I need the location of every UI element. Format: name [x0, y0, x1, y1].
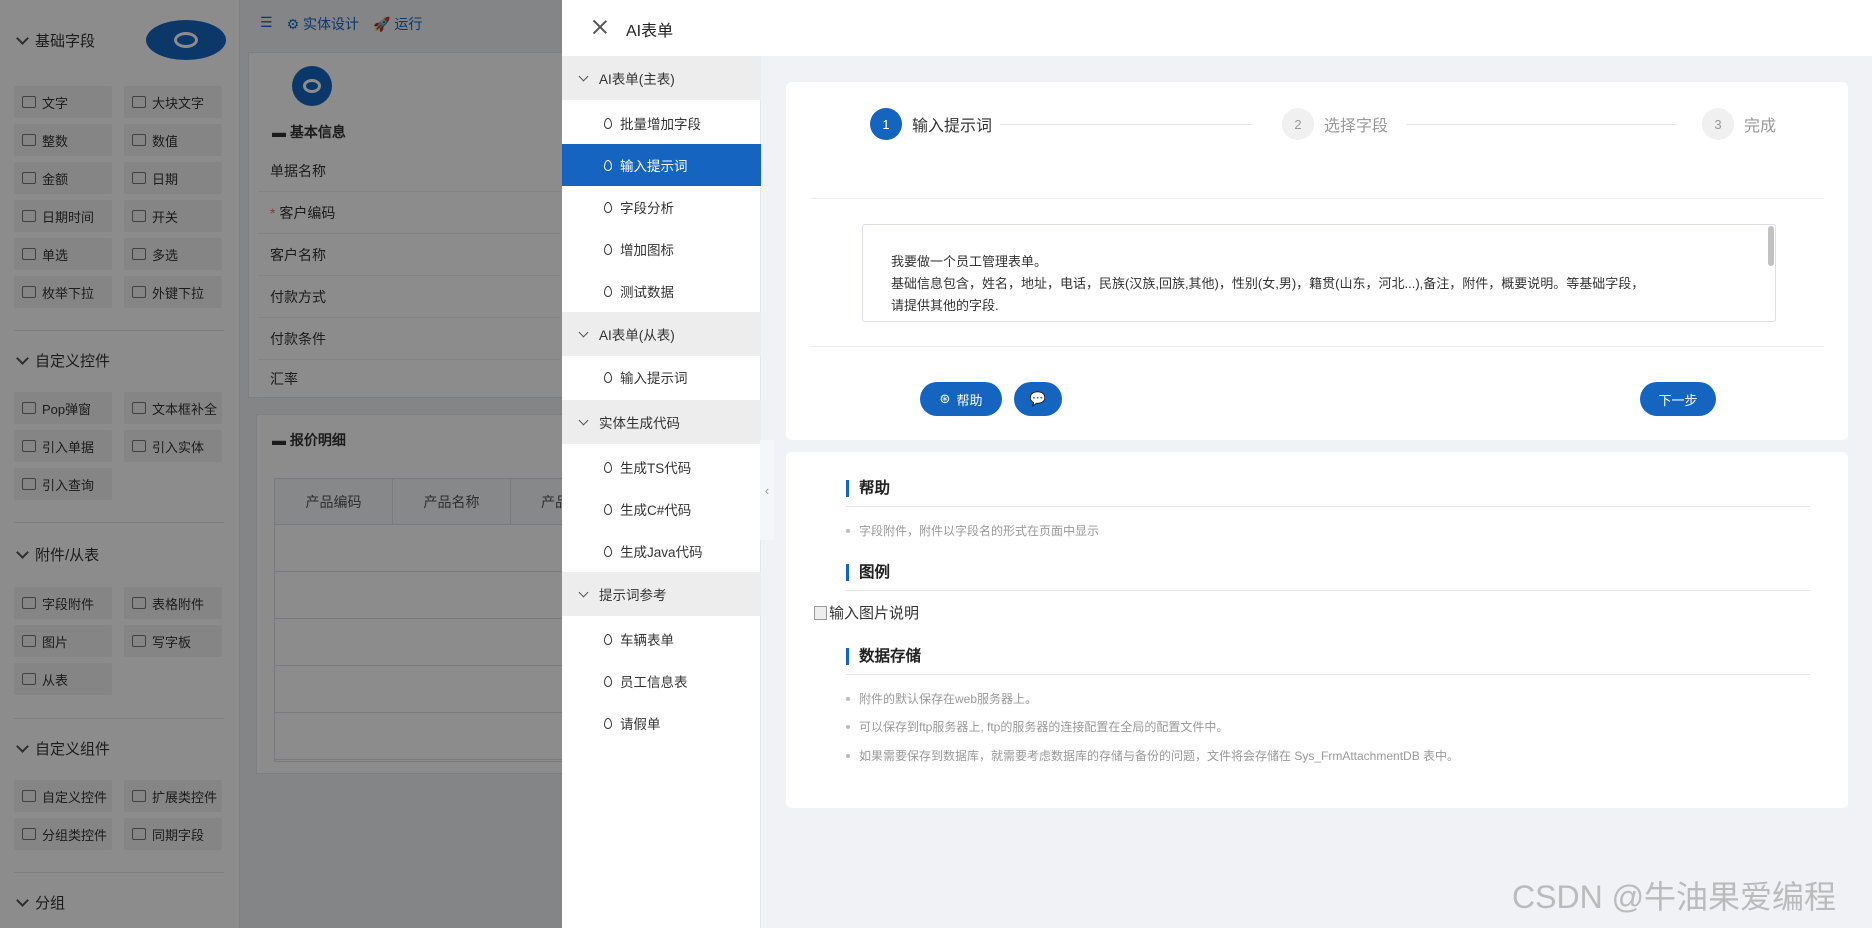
menu-item-vehicle-form[interactable]: 车辆表单 [562, 618, 761, 660]
storage-list-item: 附件的默认保存在web服务器上。 [846, 690, 1037, 707]
menu-group-code-gen[interactable]: 实体生成代码 [562, 400, 761, 444]
step-number: 3 [1702, 108, 1734, 140]
drop-icon [604, 371, 612, 383]
drop-icon [604, 461, 612, 473]
menu-item-sub-input-prompt[interactable]: 输入提示词 [562, 356, 761, 398]
close-icon[interactable] [590, 18, 610, 38]
step-connector [1000, 124, 1252, 125]
ai-form-drawer: AI表单 AI表单(主表) 批量增加字段 输入提示词 字段分析 增加图标 测试数… [562, 0, 1872, 928]
drop-icon [604, 633, 612, 645]
menu-item-add-icon[interactable]: 增加图标 [562, 228, 761, 270]
watermark: CSDN @牛油果爱编程 [1512, 879, 1837, 915]
menu-item-employee-form[interactable]: 员工信息表 [562, 660, 761, 702]
storage-heading: 数据存储 [846, 648, 921, 665]
prompt-textarea[interactable]: 我要做一个员工管理表单。 基础信息包含，姓名，地址，电话，民族(汉族,回族,其他… [862, 224, 1776, 322]
drop-icon [604, 285, 612, 297]
step-3: 3 完成 [1702, 108, 1776, 140]
example-heading: 图例 [846, 564, 890, 581]
chevron-down-icon [578, 587, 589, 597]
menu-item-leave-form[interactable]: 请假单 [562, 702, 761, 744]
help-icon: ⊛ [939, 391, 951, 406]
modal-overlay[interactable] [0, 0, 562, 928]
divider [846, 590, 1810, 591]
chevron-down-icon [578, 415, 589, 425]
divider [810, 198, 1824, 199]
menu-item-test-data[interactable]: 测试数据 [562, 270, 761, 312]
drawer-menu: AI表单(主表) 批量增加字段 输入提示词 字段分析 增加图标 测试数据 AI表… [562, 56, 761, 928]
menu-group-prompt-reference[interactable]: 提示词参考 [562, 572, 761, 616]
divider [846, 674, 1810, 675]
menu-item-input-prompt[interactable]: 输入提示词 [562, 144, 761, 186]
help-card: 帮助 字段附件，附件以字段名的形式在页面中显示 图例 输入图片说明 数据存储 附… [786, 452, 1848, 808]
textarea-scrollbar[interactable] [1768, 226, 1774, 266]
chevron-left-icon: ‹ [764, 482, 770, 498]
chat-button[interactable]: 💬 [1014, 382, 1062, 416]
drop-icon [604, 117, 612, 129]
step-number: 1 [870, 108, 902, 140]
collapse-menu-button[interactable]: ‹ [760, 440, 774, 540]
storage-list-item: 可以保存到ftp服务器上, ftp的服务器的连接配置在全局的配置文件中。 [846, 718, 1228, 735]
step-1: 1 输入提示词 [870, 108, 992, 140]
drop-icon [604, 243, 612, 255]
next-step-button[interactable]: 下一步 [1640, 382, 1716, 416]
drop-icon [604, 545, 612, 557]
example-image: 输入图片说明 [814, 602, 919, 623]
step-2: 2 选择字段 [1282, 108, 1388, 140]
divider [846, 506, 1810, 507]
menu-group-main-form[interactable]: AI表单(主表) [562, 56, 761, 100]
divider [810, 346, 1824, 347]
help-list-item: 字段附件，附件以字段名的形式在页面中显示 [846, 522, 1099, 539]
help-button[interactable]: ⊛ 帮助 [920, 382, 1002, 416]
menu-item-gen-ts[interactable]: 生成TS代码 [562, 446, 761, 488]
drop-icon [604, 717, 612, 729]
drop-icon [604, 201, 612, 213]
menu-item-gen-java[interactable]: 生成Java代码 [562, 530, 761, 572]
help-heading: 帮助 [846, 480, 890, 497]
drawer-title: AI表单 [626, 23, 674, 40]
drop-icon [604, 159, 612, 171]
step-connector [1406, 124, 1676, 125]
menu-item-batch-add-fields[interactable]: 批量增加字段 [562, 102, 761, 144]
step-number: 2 [1282, 108, 1314, 140]
drop-icon [604, 675, 612, 687]
broken-image-icon [814, 605, 827, 620]
chevron-down-icon [578, 71, 589, 81]
prompt-card: 1 输入提示词 2 选择字段 3 完成 我要做一个员工管理表单。 基础信息包含，… [786, 82, 1848, 440]
menu-item-field-analysis[interactable]: 字段分析 [562, 186, 761, 228]
menu-item-gen-csharp[interactable]: 生成C#代码 [562, 488, 761, 530]
chat-icon: 💬 [1029, 391, 1047, 406]
chevron-down-icon [578, 327, 589, 337]
drop-icon [604, 503, 612, 515]
storage-list-item: 如果需要保存到数据库，就需要考虑数据库的存储与备份的问题，文件将会存储在 Sys… [846, 747, 1459, 764]
drawer-header: AI表单 [562, 0, 1872, 56]
menu-group-sub-form[interactable]: AI表单(从表) [562, 312, 761, 356]
